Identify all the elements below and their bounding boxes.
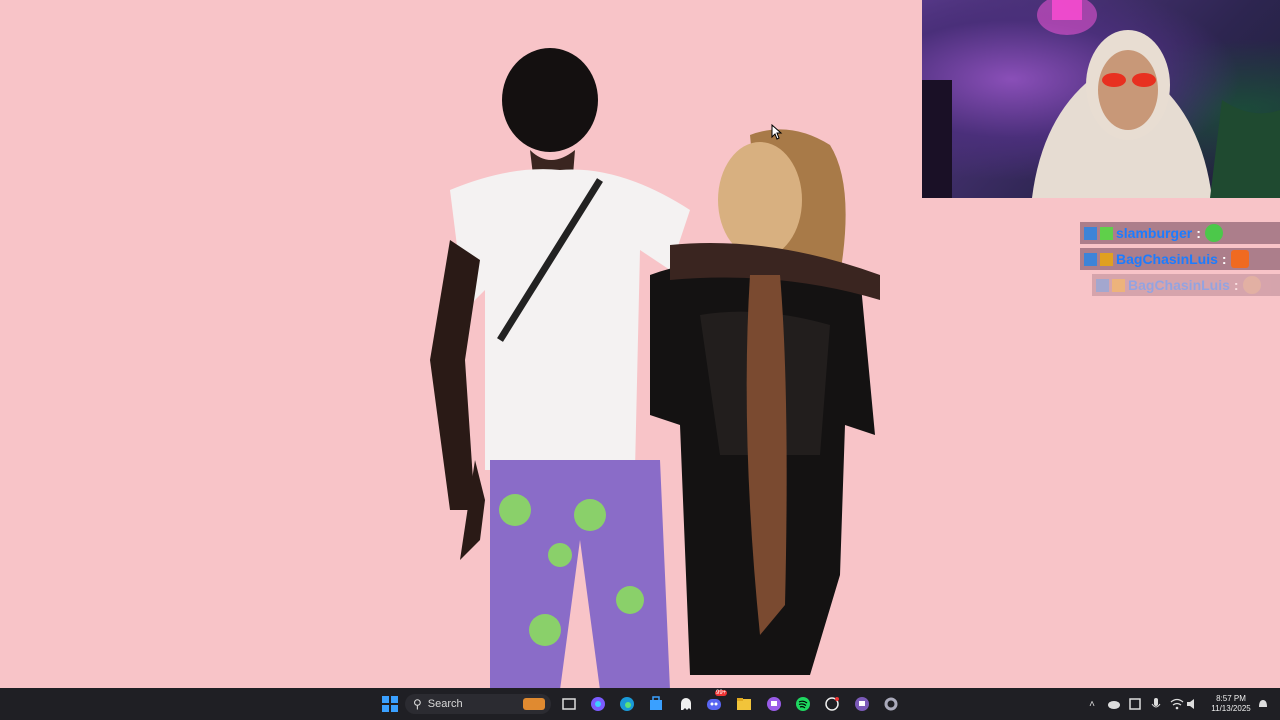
microsoft-store-icon[interactable] (646, 694, 666, 714)
face-emote-icon (1242, 276, 1261, 294)
chat-separator: : (1196, 225, 1201, 241)
person-figure-woman (650, 129, 880, 675)
clock-time: 8:57 PM (1216, 694, 1246, 703)
w-emote-icon (1230, 250, 1249, 268)
chat-separator: : (1221, 251, 1227, 267)
copilot-icon[interactable] (588, 694, 608, 714)
chatgpt-icon[interactable] (822, 694, 842, 714)
edge-browser-icon[interactable] (617, 694, 637, 714)
taskbar-clock[interactable]: 8:57 PM 11/13/2025 (1206, 694, 1256, 714)
settings-gear-icon[interactable] (881, 694, 901, 714)
windows-start-icon[interactable] (380, 694, 400, 714)
search-icon: ⚲ (413, 697, 422, 711)
sync-icon[interactable] (1125, 694, 1145, 714)
twitch-alt-icon[interactable] (852, 694, 872, 714)
webcam-overlay (922, 0, 1280, 198)
onedrive-cloud-icon[interactable] (1104, 694, 1124, 714)
mouse-cursor-icon (771, 124, 783, 140)
chat-message: BagChasinLuis : (1092, 274, 1280, 296)
discord-notification-badge: 99+ (715, 690, 728, 696)
task-view-icon[interactable] (559, 694, 579, 714)
chat-username: BagChasinLuis (1116, 251, 1218, 267)
moderator-badge-icon (1096, 278, 1109, 292)
chat-username: slamburger (1116, 225, 1193, 241)
search-label: Search (427, 698, 463, 710)
volume-icon[interactable] (1183, 694, 1203, 714)
sparkle-badge-icon (1100, 226, 1113, 240)
search-highlight-icon (523, 698, 545, 710)
chat-separator: : (1233, 277, 1239, 293)
ghost-app-icon[interactable] (676, 694, 696, 714)
spotify-icon[interactable] (793, 694, 813, 714)
discord-icon[interactable]: 99+ (705, 690, 728, 714)
twitch-icon[interactable] (764, 694, 784, 714)
notification-bell-icon[interactable] (1253, 694, 1273, 714)
streamer-webcam-feed (922, 0, 1280, 198)
file-explorer-icon[interactable] (734, 694, 754, 714)
frog-emote-icon (1204, 224, 1223, 242)
crown-badge-icon (1100, 252, 1113, 266)
moderator-badge-icon (1084, 226, 1097, 240)
chat-username: BagChasinLuis (1128, 277, 1230, 293)
clock-date: 11/13/2025 (1211, 704, 1251, 713)
chat-message: slamburger : (1080, 222, 1280, 244)
chat-message: BagChasinLuis : (1080, 248, 1280, 270)
crown-badge-icon (1112, 278, 1125, 292)
microphone-icon[interactable] (1146, 694, 1166, 714)
moderator-badge-icon (1084, 252, 1097, 266)
chevron-up-icon[interactable]: ˄ (1082, 694, 1102, 714)
taskbar-search-box[interactable]: ⚲ Search (405, 694, 551, 714)
chat-overlay: slamburger : BagChasinLuis : BagChasinLu… (1080, 222, 1280, 300)
